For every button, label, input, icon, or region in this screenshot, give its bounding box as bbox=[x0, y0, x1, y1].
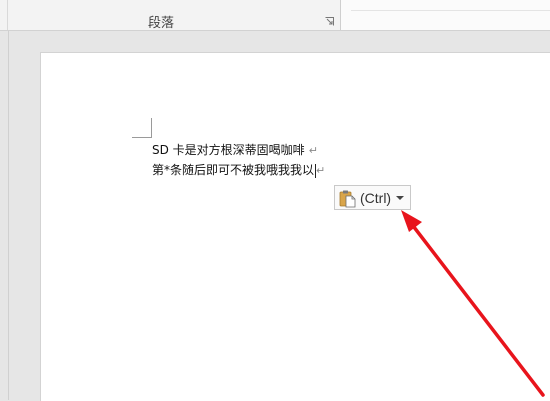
paste-options-label: (Ctrl) bbox=[360, 189, 392, 206]
ribbon-next-group bbox=[341, 0, 550, 30]
margin-crop-mark bbox=[132, 137, 151, 138]
ribbon-separator bbox=[7, 0, 8, 30]
clipboard-paste-icon bbox=[339, 190, 356, 207]
paragraph-group-label: 段落 bbox=[148, 16, 175, 31]
dialog-launcher-icon[interactable] bbox=[325, 17, 334, 26]
ribbon-divider-line bbox=[351, 10, 550, 11]
chevron-down-icon bbox=[396, 195, 405, 200]
text-line-2-content: 第*条随后即可不被我哦我我以 bbox=[152, 163, 315, 177]
vertical-ruler-edge bbox=[8, 31, 9, 400]
ribbon: 段落 bbox=[0, 0, 550, 31]
paste-options-button[interactable]: (Ctrl) bbox=[334, 185, 411, 210]
paragraph-mark-icon: ↵ bbox=[316, 164, 326, 177]
text-line-1-content: SD 卡是对方根深蒂固喝咖啡 bbox=[152, 143, 305, 157]
text-line-1[interactable]: SD 卡是对方根深蒂固喝咖啡 ↵ bbox=[152, 142, 318, 159]
margin-crop-mark bbox=[151, 118, 152, 138]
paragraph-mark-icon: ↵ bbox=[308, 144, 318, 157]
document-page[interactable] bbox=[40, 52, 550, 401]
text-line-2[interactable]: 第*条随后即可不被我哦我我以 ↵ bbox=[152, 162, 325, 179]
